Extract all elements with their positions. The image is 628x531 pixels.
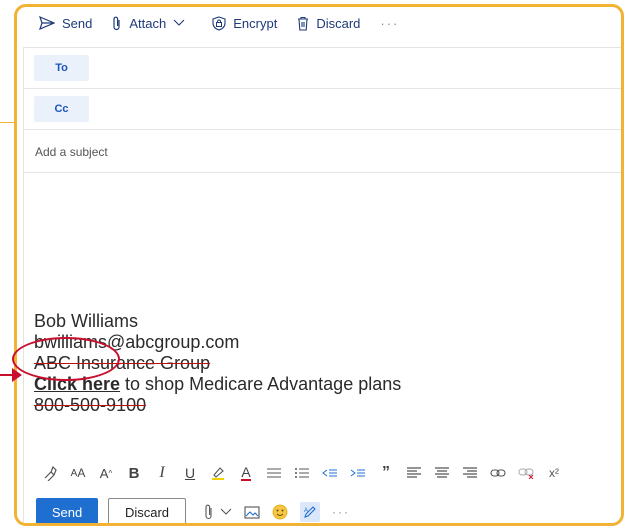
grow-font-icon[interactable]: A ^ (92, 466, 120, 481)
svg-text:A: A (304, 508, 308, 514)
signature-phone: 800-500-9100 (34, 395, 147, 415)
cc-button[interactable]: Cc (34, 96, 89, 122)
compose-toolbar: Send Attach Encrypt Discard ··· (17, 7, 621, 39)
message-body[interactable]: Bob Williams bwilliams@abcgroup.com ABC … (24, 198, 621, 448)
numbering-icon[interactable] (288, 466, 316, 480)
callout-arrow-head (12, 368, 22, 382)
more-options-button[interactable]: ··· (380, 16, 399, 31)
align-right-icon[interactable] (456, 466, 484, 480)
decrease-indent-icon[interactable] (316, 466, 344, 480)
format-painter-icon[interactable] (36, 465, 64, 481)
encrypt-toolbar-label: Encrypt (233, 15, 278, 31)
emoji-icon[interactable] (272, 504, 288, 520)
signature-link-rest: to shop Medicare Advantage plans (120, 374, 402, 394)
chevron-down-icon[interactable] (220, 508, 232, 516)
subject-field[interactable]: Add a subject (24, 130, 621, 173)
signature-name: Bob Williams (34, 311, 139, 331)
send-toolbar-label: Send (62, 15, 93, 31)
chevron-down-icon[interactable] (173, 19, 185, 27)
align-center-icon[interactable] (428, 466, 456, 480)
align-left-icon[interactable] (400, 466, 428, 480)
compose-pane: To Cc Add a subject Bob Williams bwillia… (23, 47, 621, 523)
bold-icon[interactable]: B (120, 465, 148, 482)
cc-row[interactable]: Cc (24, 89, 621, 130)
attach-toolbar-label: Attach (129, 15, 167, 31)
to-button[interactable]: To (34, 55, 89, 81)
attach-paperclip-icon[interactable] (204, 504, 214, 520)
insert-link-icon[interactable] (484, 467, 512, 479)
discard-toolbar-button[interactable]: Discard (297, 16, 360, 31)
paperclip-icon (113, 16, 120, 30)
encrypt-toolbar-button[interactable]: Encrypt (212, 16, 277, 31)
subject-placeholder: Add a subject (35, 145, 108, 159)
discard-button[interactable]: Discard (108, 498, 186, 523)
quote-icon[interactable]: ” (372, 464, 400, 482)
discard-toolbar-label: Discard (316, 15, 361, 31)
more-options-footer[interactable]: ··· (332, 505, 350, 519)
remove-link-icon[interactable] (512, 467, 540, 479)
font-color-icon[interactable]: A (232, 465, 260, 481)
send-button[interactable]: Send (36, 498, 98, 523)
increase-indent-icon[interactable] (344, 466, 372, 480)
attach-toolbar-button[interactable]: Attach (112, 16, 192, 31)
editor-pen-icon[interactable]: A (300, 502, 320, 522)
send-icon (39, 16, 55, 30)
shield-lock-icon (212, 15, 226, 31)
trash-icon (298, 16, 309, 31)
formatting-toolbar: AA A ^ B I U A ” x² (24, 456, 621, 490)
superscript-icon[interactable]: x² (540, 466, 568, 480)
font-size-icon[interactable]: AA (64, 466, 92, 480)
italic-icon[interactable]: I (148, 464, 176, 482)
to-row[interactable]: To (24, 48, 621, 89)
callout-ellipse (12, 337, 120, 381)
insert-image-icon[interactable] (244, 505, 260, 519)
compose-footer: Send Discard A ··· (24, 494, 621, 523)
bullets-icon[interactable] (260, 466, 288, 480)
send-toolbar-button[interactable]: Send (39, 16, 92, 31)
highlight-icon[interactable] (204, 465, 232, 481)
compose-window: Send Attach Encrypt Discard ··· To Cc Ad… (14, 4, 624, 526)
underline-icon[interactable]: U (176, 465, 204, 481)
